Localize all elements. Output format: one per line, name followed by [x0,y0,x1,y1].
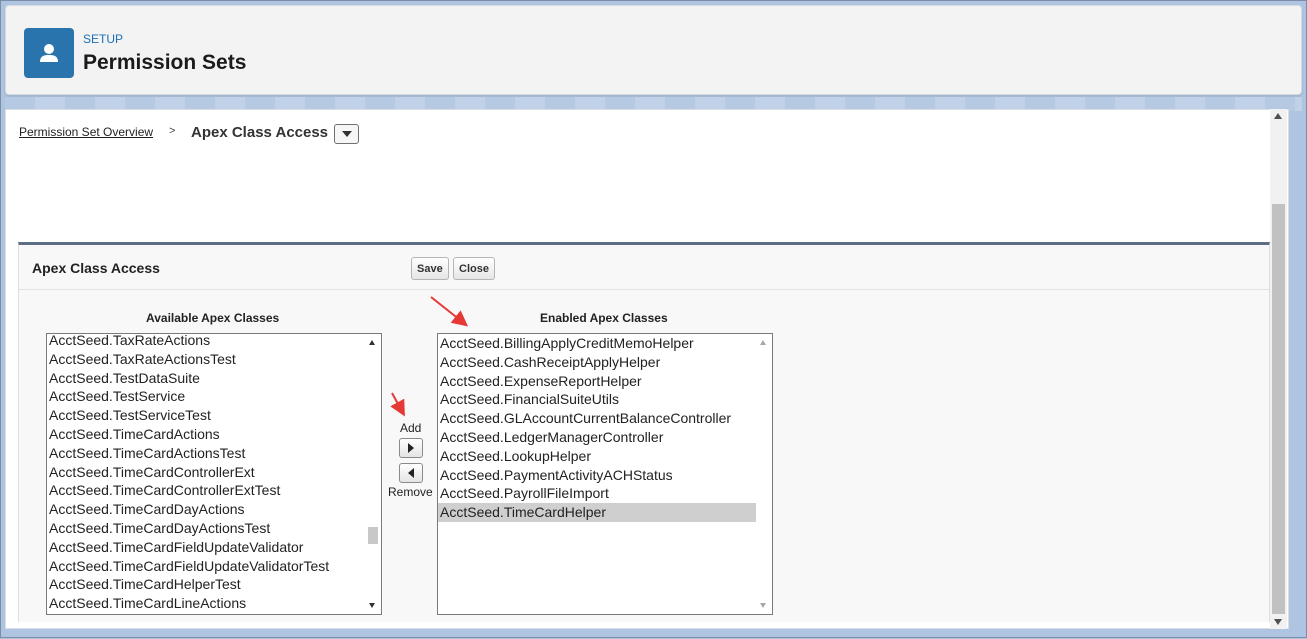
annotation-arrows [390,296,469,417]
annotation-arrow-add [390,392,405,417]
annotation-arrow-enabled [430,296,469,327]
app-frame: SETUP Permission Sets Permission Set Ove… [0,0,1307,638]
